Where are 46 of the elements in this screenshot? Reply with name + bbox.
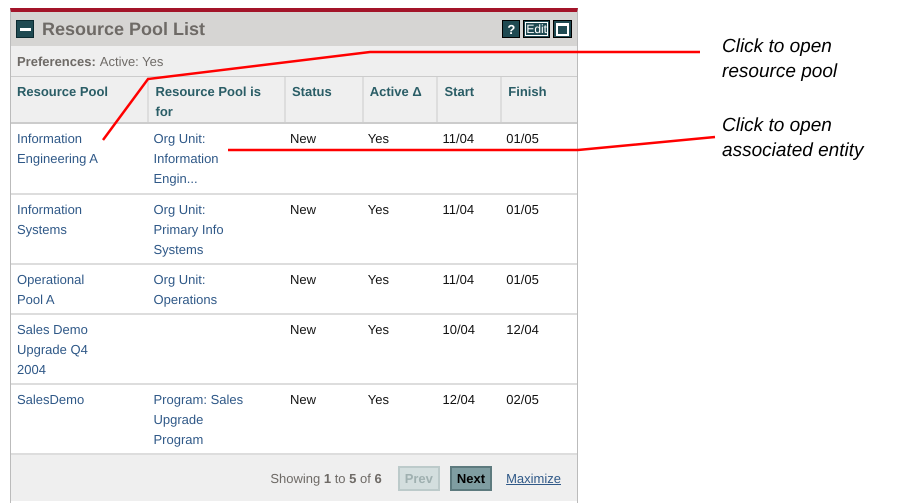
entity-link[interactable]: Org Unit: Primary Info Systems [154, 200, 248, 260]
table-cell: 11/04 [442, 202, 474, 217]
table-cell: New [290, 322, 316, 337]
callout-text: Click to open resource pool [722, 35, 838, 84]
table-cell: Yes [368, 322, 389, 337]
pool-link[interactable]: Information Engineering A [17, 129, 112, 169]
table-cell: Yes [368, 202, 389, 217]
pool-link[interactable]: Operational Pool A [17, 270, 112, 310]
column-header[interactable]: Start [436, 77, 500, 122]
pool-link[interactable]: Sales Demo Upgrade Q4 2004 [17, 320, 112, 380]
pool-link[interactable]: Information Systems [17, 200, 112, 240]
next-button[interactable]: Next [450, 466, 492, 490]
table-cell: 01/05 [506, 131, 539, 146]
table-cell: 01/05 [506, 272, 539, 287]
edit-button[interactable]: Edit [523, 20, 550, 38]
column-header[interactable]: Finish [500, 77, 577, 122]
table-cell: 12/04 [506, 322, 539, 337]
table-cell: New [290, 202, 316, 217]
column-header[interactable]: Status [284, 77, 362, 122]
table-cell: 11/04 [442, 272, 474, 287]
entity-link[interactable]: Org Unit: Operations [154, 270, 248, 310]
table-cell: 11/04 [442, 131, 474, 146]
entity-link[interactable]: Org Unit: Information Engin... [154, 129, 248, 189]
table-cell: Yes [368, 392, 389, 407]
pagination-text: Showing 1 to 5 of 6 [270, 470, 382, 486]
table-cell: 01/05 [506, 202, 539, 217]
maximize-link[interactable]: Maximize [506, 470, 561, 486]
help-button[interactable]: ? [502, 20, 520, 38]
column-header[interactable]: Active Δ [362, 77, 436, 122]
table-cell: Yes [368, 272, 389, 287]
preferences-text: Preferences: Active: Yes [11, 46, 577, 76]
table-cell: Yes [368, 131, 389, 146]
maximize-icon[interactable] [553, 20, 572, 38]
column-header[interactable]: Resource Pool [11, 77, 148, 122]
portlet-title: Resource Pool List [42, 18, 206, 40]
pool-link[interactable]: SalesDemo [17, 390, 84, 410]
callout-text: Click to open associated entity [722, 114, 866, 163]
table-cell: 02/05 [506, 392, 539, 407]
table-cell: New [290, 272, 316, 287]
table-cell: New [290, 131, 316, 146]
entity-link[interactable]: Program: Sales Upgrade Program [154, 390, 248, 450]
column-header[interactable]: Resource Pool is for [147, 77, 284, 122]
collapse-icon[interactable] [16, 20, 34, 38]
table-cell: 10/04 [442, 322, 476, 337]
table-cell: 12/04 [442, 392, 476, 407]
table-cell: New [290, 392, 316, 407]
